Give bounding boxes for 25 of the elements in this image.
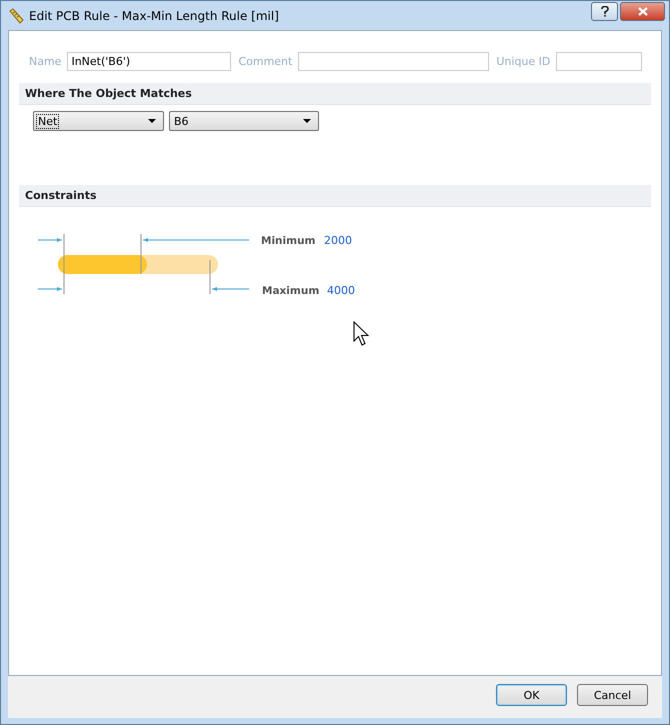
field-label: Comment — [238, 55, 292, 68]
close-button[interactable] — [620, 2, 665, 21]
minimum-label: Minimum — [261, 235, 316, 247]
field-label: Name — [29, 55, 62, 68]
dropdown[interactable]: B6 — [169, 111, 319, 131]
caret-icon — [148, 119, 156, 123]
close-icon — [638, 7, 648, 16]
section-header: Constraints — [19, 185, 651, 207]
text-field[interactable] — [556, 52, 642, 71]
window-title: Edit PCB Rule - Max-Min Length Rule [mil] — [29, 8, 280, 22]
dialog-button[interactable]: OK — [496, 684, 567, 706]
section-header: Where The Object Matches — [19, 83, 651, 105]
mouse-cursor-icon — [353, 321, 371, 347]
help-button[interactable] — [591, 2, 618, 21]
caret-icon — [303, 119, 311, 123]
maximum-value: 4000 — [327, 284, 355, 297]
maximum-label: Maximum — [262, 285, 320, 297]
dropdown[interactable]: Net — [33, 111, 164, 131]
field-label: Unique ID — [496, 55, 550, 68]
ruler-icon — [8, 8, 24, 24]
text-field[interactable] — [298, 52, 490, 71]
minimum-value: 2000 — [324, 234, 352, 247]
dialog-button[interactable]: Cancel — [577, 684, 648, 706]
text-field[interactable]: InNet('B6') — [67, 52, 232, 71]
question-icon — [600, 6, 608, 17]
